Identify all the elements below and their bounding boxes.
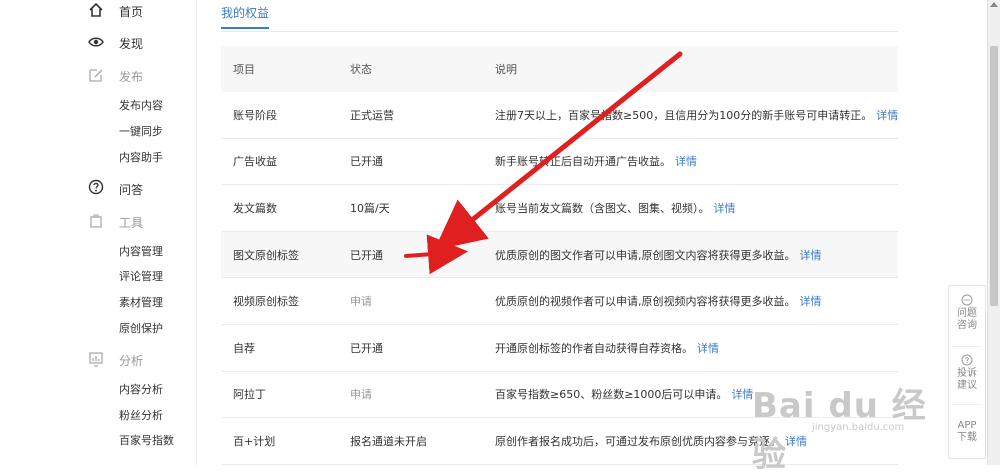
nav-publish: 发布 — [119, 70, 144, 84]
watermark-url: jingyan.baidu.com — [812, 422, 905, 433]
row-item: 发文篇数 — [233, 201, 277, 215]
row-desc-text: 百家号指数≥650、粉丝数≥1000后可以申请。 — [495, 388, 728, 402]
scroll-up-arrow[interactable] — [990, 2, 998, 7]
detail-link[interactable]: 详情 — [675, 153, 697, 169]
row-status: 10篇/天 — [350, 201, 390, 215]
row-desc-text: 优质原创的图文作者可以申请,原创图文内容将获得更多收益。 — [495, 248, 796, 262]
table-row: 发文篇数 10篇/天 账号当前发文篇数（含图文、图集、视频）。 详情 — [221, 185, 898, 232]
header-desc: 说明 — [495, 63, 517, 76]
table-row: 账号阶段 正式运营 注册7天以上，百家号指数≥500，且信用分为100分的新手账… — [221, 92, 898, 139]
feedback-label-1: 问题 — [957, 308, 977, 319]
row-desc-text: 新手账号转正后自动开通广告收益。 — [495, 155, 671, 169]
row-desc-text: 优质原创的视频作者可以申请,原创视频内容将获得更多收益。 — [495, 295, 796, 309]
row-item: 视频原创标签 — [233, 295, 299, 309]
app-download-button[interactable]: APP 下载 — [949, 420, 985, 444]
nav-baijia-index[interactable]: 百家号指数 — [119, 432, 174, 448]
detail-link[interactable]: 详情 — [731, 386, 753, 402]
tab-underline — [221, 31, 898, 32]
row-item: 广告收益 — [233, 155, 277, 169]
watermark: Bai du 经验 jingyan.baidu.com — [752, 378, 952, 475]
nav-one-click-sync[interactable]: 一键同步 — [119, 123, 163, 139]
row-status: 已开通 — [350, 248, 383, 262]
apply-link[interactable]: 申请 — [350, 278, 372, 324]
row-status: 正式运营 — [350, 108, 394, 122]
nav-content-manage[interactable]: 内容管理 — [119, 243, 163, 259]
table-row: 视频原创标签 申请 优质原创的视频作者可以申请,原创视频内容将获得更多收益。 详情 — [221, 278, 898, 325]
row-desc-text: 原创作者报名成功后，可通过发布原创优质内容参与竞逐。 — [495, 434, 781, 448]
nav-material-manage[interactable]: 素材管理 — [119, 294, 163, 310]
row-desc-text: 账号当前发文篇数（含图文、图集、视频）。 — [495, 201, 710, 215]
nav-discover[interactable]: 发现 — [119, 35, 143, 52]
nav-original-protect[interactable]: 原创保护 — [119, 320, 163, 336]
vertical-scrollbar[interactable] — [987, 0, 1000, 465]
table-row: 图文原创标签 已开通 优质原创的图文作者可以申请,原创图文内容将获得更多收益。详… — [221, 231, 898, 279]
detail-link[interactable]: 详情 — [697, 340, 719, 356]
nav-tools: 工具 — [119, 216, 144, 230]
detail-link[interactable]: 详情 — [800, 247, 822, 263]
eye-icon — [88, 37, 104, 47]
row-desc: 开通原创标签的作者自动获得自荐资格。 详情 — [495, 325, 888, 371]
divider — [953, 404, 981, 405]
question-icon — [961, 354, 973, 366]
app-label-1: APP — [957, 420, 977, 431]
nav-fans-analysis[interactable]: 粉丝分析 — [119, 407, 163, 423]
feedback-label-2: 咨询 — [957, 320, 977, 331]
row-desc: 新手账号转正后自动开通广告收益。 详情 — [495, 139, 888, 185]
sidebar: 首页 发现 发布 发布内容 一键同步 内容助手 问答 工具 内容管理 评论管理 … — [0, 0, 197, 465]
row-item: 自荐 — [233, 341, 255, 355]
app-label-2: 下载 — [957, 432, 977, 443]
scroll-thumb[interactable] — [990, 46, 998, 306]
nav-analysis: 分析 — [119, 354, 144, 368]
row-desc: 注册7天以上，百家号指数≥500，且信用分为100分的新手账号可申请转正。 详情 — [495, 92, 898, 138]
row-item: 阿拉丁 — [233, 388, 266, 402]
detail-link[interactable]: 详情 — [876, 107, 898, 123]
row-status: 报名通道未开启 — [350, 434, 427, 448]
chat-icon — [961, 294, 973, 306]
table-row: 广告收益 已开通 新手账号转正后自动开通广告收益。 详情 — [221, 139, 898, 186]
row-desc: 优质原创的视频作者可以申请,原创视频内容将获得更多收益。 详情 — [495, 278, 888, 324]
report-button[interactable]: 投诉 建议 — [949, 354, 985, 392]
row-desc: 账号当前发文篇数（含图文、图集、视频）。 详情 — [495, 185, 888, 231]
floating-toolbar: 问题 咨询 投诉 建议 APP 下载 — [948, 285, 986, 459]
report-label-2: 建议 — [957, 380, 977, 391]
row-status: 已开通 — [350, 341, 383, 355]
detail-link[interactable]: 详情 — [714, 200, 736, 216]
feedback-button[interactable]: 问题 咨询 — [949, 294, 985, 332]
nav-publish-content[interactable]: 发布内容 — [119, 97, 163, 113]
nav-comment-manage[interactable]: 评论管理 — [119, 268, 163, 284]
report-label-1: 投诉 — [957, 368, 977, 379]
row-desc: 优质原创的图文作者可以申请,原创图文内容将获得更多收益。 详情 — [495, 232, 888, 278]
header-status: 状态 — [350, 63, 372, 76]
table-header: 项目 状态 说明 — [221, 46, 898, 92]
row-desc-text: 注册7天以上，百家号指数≥500，且信用分为100分的新手账号可申请转正。 — [495, 108, 873, 122]
row-item: 账号阶段 — [233, 108, 277, 122]
nav-qa[interactable]: 问答 — [119, 181, 143, 198]
row-item: 图文原创标签 — [233, 248, 299, 262]
edit-icon — [89, 69, 103, 82]
header-item: 项目 — [233, 63, 255, 76]
home-icon — [89, 2, 103, 17]
question-icon — [88, 179, 104, 195]
nav-content-analysis[interactable]: 内容分析 — [119, 381, 163, 397]
nav-content-assistant[interactable]: 内容助手 — [119, 149, 163, 165]
toolbox-icon — [90, 214, 102, 228]
row-desc-text: 开通原创标签的作者自动获得自荐资格。 — [495, 341, 693, 355]
apply-link[interactable]: 申请 — [350, 372, 372, 418]
analytics-icon — [89, 352, 103, 367]
row-item: 百+计划 — [233, 434, 276, 448]
table-row: 自荐 已开通 开通原创标签的作者自动获得自荐资格。 详情 — [221, 325, 898, 372]
row-status: 已开通 — [350, 155, 383, 169]
tab-my-rights[interactable]: 我的权益 — [221, 4, 270, 29]
detail-link[interactable]: 详情 — [800, 293, 822, 309]
nav-home[interactable]: 首页 — [119, 3, 143, 20]
divider — [953, 346, 981, 347]
